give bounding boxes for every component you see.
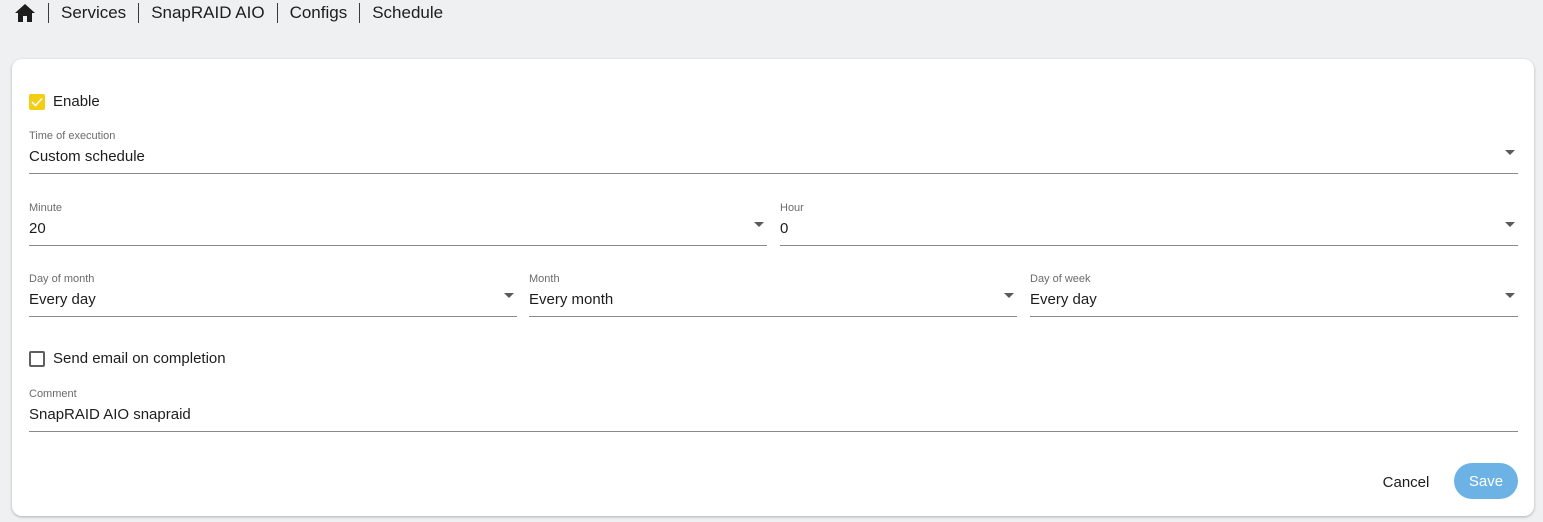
day-of-week-value: Every day (1030, 291, 1097, 308)
minute-label: Minute (29, 202, 63, 214)
checkmark-icon (31, 97, 43, 107)
breadcrumb-item-schedule: Schedule (372, 3, 444, 22)
cancel-button[interactable]: Cancel (1370, 464, 1442, 500)
chevron-down-icon (504, 293, 514, 298)
hour-label: Hour (780, 202, 804, 214)
breadcrumb-separator (359, 3, 361, 23)
minute-select[interactable]: Minute 20 (29, 202, 767, 246)
breadcrumb-separator (276, 3, 278, 23)
send-email-label: Send email on completion (53, 350, 226, 367)
time-of-execution-value: Custom schedule (29, 148, 145, 165)
chevron-down-icon (1505, 150, 1515, 155)
breadcrumb-separator (48, 3, 49, 23)
send-email-checkbox[interactable] (29, 350, 45, 367)
breadcrumb-item-snapraid-aio[interactable]: SnapRAID AIO (151, 3, 264, 23)
comment-input[interactable]: Comment SnapRAID AIO snapraid (29, 388, 1518, 432)
schedule-form-card: Enable Time of execution Custom schedule… (12, 59, 1534, 516)
send-email-checkbox-row[interactable]: Send email on completion (29, 350, 226, 367)
time-of-execution-select[interactable]: Time of execution Custom schedule (29, 130, 1518, 174)
chevron-down-icon (1505, 222, 1515, 227)
day-of-month-label: Day of month (29, 273, 95, 285)
month-label: Month (529, 273, 560, 285)
hour-select[interactable]: Hour 0 (780, 202, 1518, 246)
save-button[interactable]: Save (1454, 463, 1518, 499)
breadcrumb-separator (138, 3, 140, 23)
breadcrumb: Services SnapRAID AIO Configs Schedule (14, 0, 443, 26)
day-of-week-select[interactable]: Day of week Every day (1030, 273, 1518, 317)
time-of-execution-label: Time of execution (29, 130, 116, 142)
comment-value: SnapRAID AIO snapraid (29, 406, 191, 423)
hour-value: 0 (780, 220, 789, 237)
chevron-down-icon (1505, 293, 1515, 298)
day-of-month-value: Every day (29, 291, 96, 308)
month-value: Every month (529, 291, 614, 308)
day-of-month-select[interactable]: Day of month Every day (29, 273, 517, 317)
comment-label: Comment (29, 388, 77, 400)
month-select[interactable]: Month Every month (529, 273, 1017, 317)
chevron-down-icon (1004, 293, 1014, 298)
enable-checkbox[interactable] (29, 93, 45, 110)
enable-checkbox-row[interactable]: Enable (29, 93, 100, 110)
minute-value: 20 (29, 220, 46, 237)
chevron-down-icon (754, 222, 764, 227)
breadcrumb-item-services[interactable]: Services (61, 3, 126, 23)
enable-label: Enable (53, 93, 100, 110)
breadcrumb-item-configs[interactable]: Configs (290, 3, 348, 23)
home-icon[interactable] (14, 2, 36, 24)
day-of-week-label: Day of week (1030, 273, 1091, 285)
